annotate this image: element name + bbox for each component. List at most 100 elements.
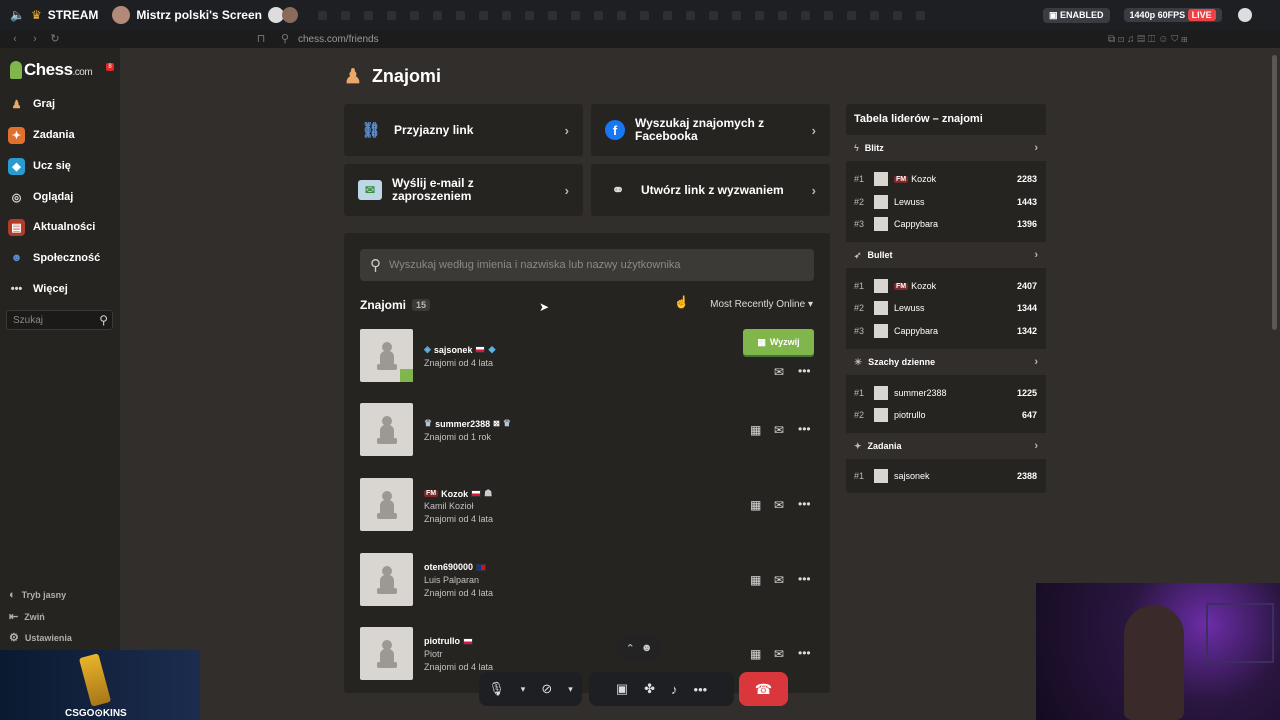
sidebar-settings[interactable]: ⚙ Ustawienia [9, 631, 72, 644]
friends-header: Znajomi 15 [360, 298, 431, 312]
enabled-badge[interactable]: ▣ ENABLED [1043, 7, 1110, 23]
sidebar-item-news[interactable]: ▤ Aktualności [8, 215, 95, 239]
leaderboard-row[interactable]: #2 Lewuss 1443 [854, 194, 1037, 210]
browser-address-bar: ‹ › ↻ ⊓ ⚲ chess.com/friends ⧉ ⊡ ♫ ▤ ◫ ☺ … [0, 30, 1280, 48]
friend-row[interactable]: FM Kozok ☗ Kamil Kozioł Znajomi od 4 lat… [360, 478, 814, 531]
camera-off-icon[interactable]: ⊘ [541, 681, 552, 697]
challenge-board-icon[interactable]: ▦ [750, 647, 761, 661]
more-options-icon[interactable]: ••• [798, 364, 811, 378]
sidebar-item-community[interactable]: ☻ Społeczność [8, 246, 101, 270]
philippines-flag-icon [476, 563, 487, 571]
page-scrollbar[interactable] [1272, 55, 1277, 330]
leaderboard-row[interactable]: #2 Lewuss 1344 [854, 300, 1037, 316]
facebook-search-card[interactable]: f Wyszukaj znajomych z Facebooka › [591, 104, 830, 156]
forward-icon[interactable]: › [30, 34, 40, 45]
leaderboard-row[interactable]: #1 summer2388 1225 [854, 385, 1037, 401]
avatar [874, 386, 888, 400]
bookmark-icon[interactable]: ⊓ [256, 34, 266, 45]
message-icon[interactable]: ✉ [774, 423, 784, 437]
friend-row[interactable]: ♛ summer2388 ⊠ ♛ Znajomi od 1 rok ▦ ✉ ••… [360, 403, 814, 456]
leaderboard-row[interactable]: #3 Cappybara 1396 [854, 216, 1037, 232]
flag-icon: ⊠ [493, 419, 500, 428]
sidebar-item-play[interactable]: ♟ Graj [8, 92, 55, 116]
friends-since: Znajomi od 4 lata [424, 588, 494, 598]
search-icon[interactable]: ⚲ [99, 313, 108, 327]
logo-pawn-icon [10, 61, 22, 79]
sidebar-theme-toggle[interactable]: ◐ Tryb jasny [9, 589, 66, 601]
friend-username[interactable]: piotrullo [424, 636, 473, 646]
leaderboard-row[interactable]: #1 FM Kozok 2407 [854, 278, 1037, 294]
speaker-icon[interactable]: 🔈 [10, 8, 25, 22]
friend-search-input[interactable]: ⚲ Wyszukaj według imienia i nazwiska lub… [360, 249, 814, 281]
news-icon: ▤ [8, 218, 25, 236]
chevron-down-icon[interactable]: ▾ [521, 684, 526, 695]
friendly-link-card[interactable]: ⛓ Przyjazny link › [344, 104, 583, 156]
friend-username[interactable]: oten690000 [424, 562, 487, 572]
site-info-icon[interactable]: ⚲ [280, 34, 290, 45]
url-field[interactable]: chess.com/friends [298, 34, 379, 45]
sidebar-item-puzzles[interactable]: ✦ Zadania [8, 123, 75, 147]
leaderboard-section-puzzles[interactable]: ✦ Zadania › [846, 433, 1046, 459]
leaderboard-row[interactable]: #3 Cappybara 1342 [854, 323, 1037, 339]
more-options-icon[interactable]: ••• [798, 646, 811, 660]
message-icon[interactable]: ✉ [774, 498, 784, 512]
avatar [874, 172, 888, 186]
more-options-icon[interactable]: ••• [694, 682, 708, 697]
notification-badge[interactable]: 8 [106, 63, 114, 71]
message-icon[interactable]: ✉ [774, 573, 784, 587]
live-badge: LIVE [1187, 9, 1216, 21]
chess-logo[interactable]: Chess .com [10, 60, 93, 80]
avatar[interactable] [360, 478, 413, 531]
challenge-board-icon[interactable]: ▦ [750, 498, 761, 512]
call-expand-button[interactable]: ⌃ ☻ [618, 636, 660, 660]
avatar [874, 279, 888, 293]
back-icon[interactable]: ‹ [10, 34, 20, 45]
more-options-icon[interactable]: ••• [798, 422, 811, 436]
friend-row[interactable]: oten690000 Luis Palparan Znajomi od 4 la… [360, 553, 814, 606]
sidebar-item-learn[interactable]: ◆ Ucz się [8, 154, 71, 178]
chevron-down-icon[interactable]: ▾ [568, 684, 573, 695]
leave-call-button[interactable]: ☎ [739, 672, 788, 706]
challenge-board-icon[interactable]: ▦ [750, 423, 761, 437]
avatar[interactable] [360, 627, 413, 680]
more-options-icon[interactable]: ••• [798, 497, 811, 511]
microphone-icon[interactable]: 🎙 [488, 681, 505, 697]
soundboard-icon[interactable]: ♪ [671, 682, 678, 697]
sort-dropdown[interactable]: Most Recently Online ▾ [710, 299, 813, 310]
friend-username[interactable]: ♛ summer2388 ⊠ ♛ [424, 418, 511, 429]
avatar[interactable] [360, 403, 413, 456]
leaderboard-section-bullet[interactable]: ➶ Bullet › [846, 242, 1046, 268]
sidebar-item-watch[interactable]: ◎ Oglądaj [8, 185, 74, 209]
challenge-link-card[interactable]: ⚭ Utwórz link z wyzwaniem › [591, 164, 830, 216]
chevron-right-icon: › [1034, 356, 1038, 368]
sidebar-collapse[interactable]: ⇤ Zwiń [9, 610, 45, 623]
chat-icon[interactable] [1237, 8, 1252, 22]
leaderboard-row[interactable]: #1 sajsonek 2388 [854, 468, 1037, 484]
avatar[interactable] [360, 329, 413, 382]
more-options-icon[interactable]: ••• [798, 572, 811, 586]
email-invite-card[interactable]: ✉ Wyślij e-mail z zaproszeniem › [344, 164, 583, 216]
avatar[interactable] [360, 553, 413, 606]
extensions-icon[interactable]: ⧉ ⊡ ♫ ▤ ◫ ☺ ⛉ ⊞ [1108, 34, 1187, 45]
challenge-board-icon[interactable]: ▦ [750, 573, 761, 587]
sidebar-item-more[interactable]: ••• Więcej [8, 277, 68, 301]
friend-username[interactable]: FM Kozok ☗ [424, 488, 492, 499]
reload-icon[interactable]: ↻ [50, 34, 60, 45]
bullet-icon: ➶ [854, 249, 862, 260]
friends-icon: ♟ [344, 66, 362, 88]
friend-row[interactable]: ◈ sajsonek ◆ Znajomi od 4 lata ▦ Wyzwij … [360, 329, 814, 382]
leaderboard-row[interactable]: #2 piotrullo 647 [854, 407, 1037, 423]
leaderboard-row[interactable]: #1 FM Kozok 2283 [854, 171, 1037, 187]
friend-username[interactable]: ◈ sajsonek ◆ [424, 344, 495, 355]
sidebar-search-input[interactable]: Szukaj ⚲ [6, 310, 113, 330]
challenge-button[interactable]: ▦ Wyzwij [743, 329, 814, 355]
message-icon[interactable]: ✉ [774, 365, 784, 379]
quality-badge[interactable]: 1440p 60FPS LIVE [1123, 8, 1222, 22]
screen-share-icon[interactable]: ▣ [616, 681, 628, 697]
activities-icon[interactable]: ✤ [644, 681, 655, 697]
webcam-overlay [1036, 583, 1280, 720]
leaderboard-section-daily[interactable]: ☀ Szachy dzienne › [846, 349, 1046, 375]
message-icon[interactable]: ✉ [774, 647, 784, 661]
knife-image [78, 653, 112, 707]
leaderboard-section-blitz[interactable]: ϟ Blitz › [846, 135, 1046, 161]
